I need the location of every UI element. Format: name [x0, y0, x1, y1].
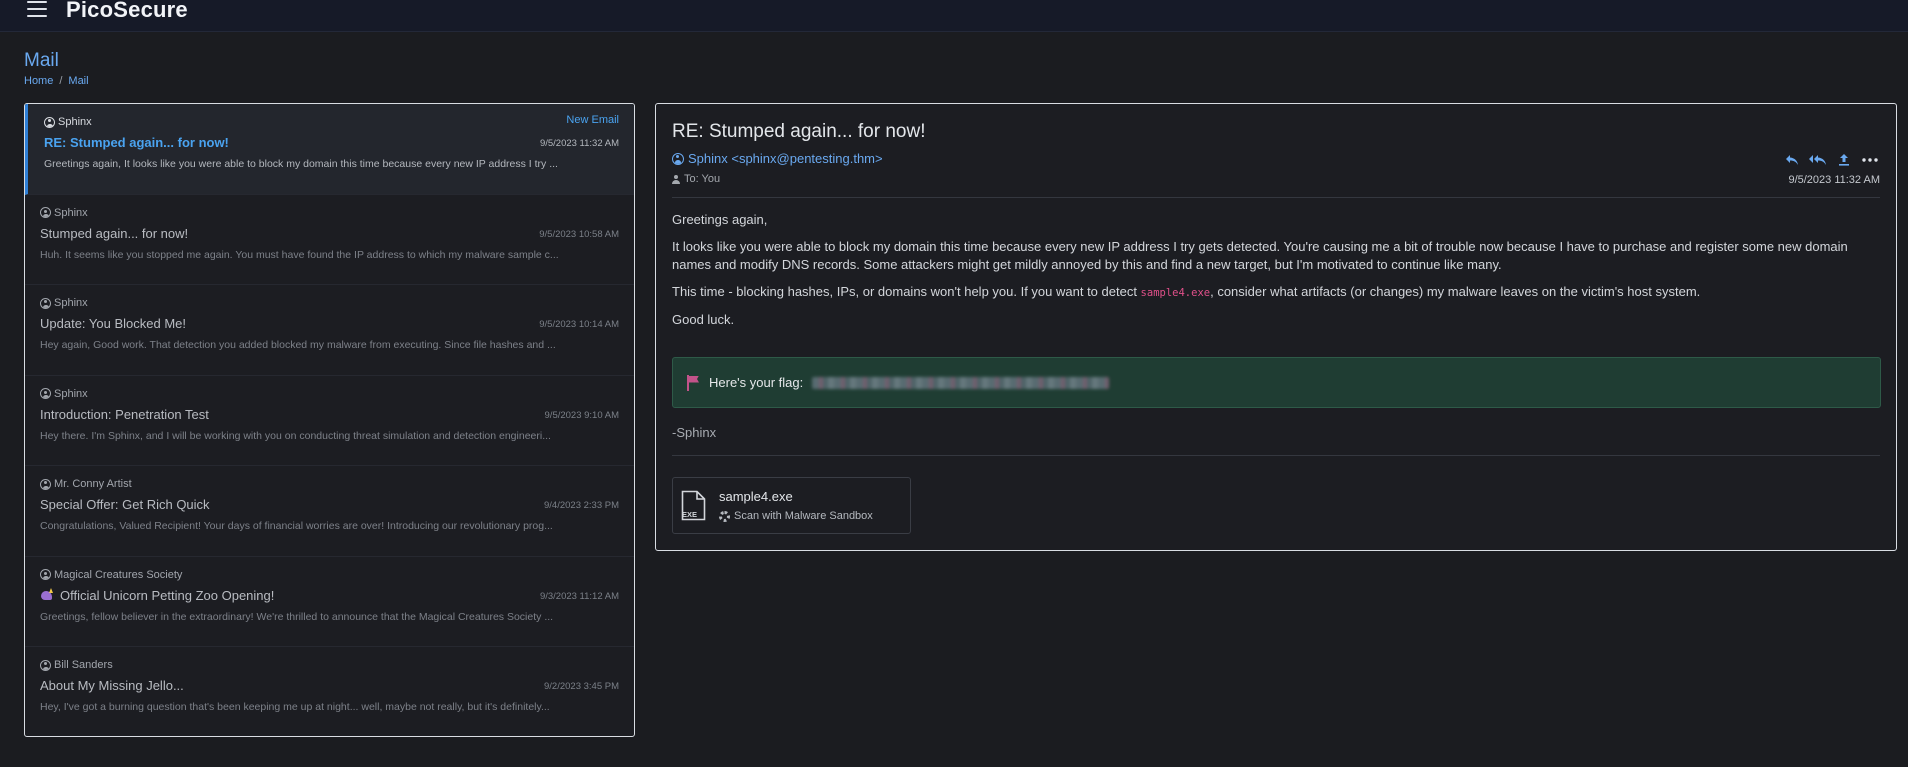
- breadcrumb-separator: /: [59, 75, 63, 87]
- user-circle-icon: [44, 116, 55, 128]
- mail-preview: Congratulations, Valued Recipient! Your …: [40, 520, 553, 532]
- mail-sender-name: Sphinx: [54, 206, 88, 219]
- mail-list-item[interactable]: Sphinx New Email RE: Stumped again... fo…: [25, 104, 634, 195]
- user-circle-icon: [672, 152, 684, 165]
- user-circle-icon: [40, 659, 51, 671]
- mail-preview: Greetings again, It looks like you were …: [44, 158, 558, 170]
- mail-sender-name: Magical Creatures Society: [54, 568, 183, 581]
- attachment-divider: [672, 455, 1880, 456]
- mail-preview: Hey, I've got a burning question that's …: [40, 701, 550, 713]
- mail-list-item[interactable]: Magical Creatures Society Official Unico…: [25, 557, 634, 647]
- more-icon[interactable]: [1860, 152, 1880, 168]
- email-reader: RE: Stumped again... for now! Sphinx <sp…: [655, 103, 1897, 551]
- mail-list-item[interactable]: Sphinx Stumped again... for now! 9/5/202…: [25, 195, 634, 285]
- user-circle-icon: [40, 478, 51, 490]
- mail-subject: Special Offer: Get Rich Quick: [40, 497, 210, 512]
- mail-sender: Mr. Conny Artist: [40, 478, 132, 490]
- mail-subject: About My Missing Jello...: [40, 678, 184, 693]
- mail-list: Sphinx New Email RE: Stumped again... fo…: [24, 103, 635, 737]
- mail-preview: Hey there. I'm Sphinx, and I will be wor…: [40, 429, 551, 442]
- reply-all-icon[interactable]: [1808, 152, 1828, 168]
- top-bar: PicoSecure: [0, 0, 1908, 32]
- mail-time: 9/3/2023 11:12 AM: [539, 590, 619, 602]
- mail-preview: Hey again, Good work. That detection you…: [40, 339, 556, 351]
- mail-sender: Sphinx: [44, 116, 92, 128]
- brand-logo[interactable]: PicoSecure: [66, 0, 188, 23]
- email-from-text[interactable]: Sphinx <sphinx@pentesting.thm>: [688, 151, 883, 166]
- hamburger-menu-icon[interactable]: [27, 1, 47, 18]
- reply-icon[interactable]: [1782, 152, 1802, 168]
- mail-sender: Sphinx: [40, 207, 88, 219]
- mail-sender-name: Mr. Conny Artist: [54, 478, 132, 490]
- email-from[interactable]: Sphinx <sphinx@pentesting.thm>: [672, 151, 883, 166]
- mail-list-item[interactable]: Bill Sanders About My Missing Jello... 9…: [25, 647, 634, 736]
- gear-icon: [719, 510, 730, 522]
- user-circle-icon: [40, 569, 51, 580]
- mail-time: 9/2/2023 3:45 PM: [544, 681, 619, 692]
- mail-subject-text: Official Unicorn Petting Zoo Opening!: [60, 587, 275, 603]
- email-to: To: You: [672, 173, 720, 185]
- email-signature: -Sphinx: [672, 425, 717, 440]
- mail-subject: Update: You Blocked Me!: [40, 316, 186, 331]
- mail-subject: RE: Stumped again... for now!: [44, 135, 229, 150]
- mail-time: 9/4/2023 2:33 PM: [544, 500, 619, 511]
- mail-sender: Sphinx: [40, 388, 88, 400]
- email-actions: [1782, 152, 1880, 168]
- person-icon: [672, 174, 680, 184]
- new-email-badge: New Email: [566, 114, 619, 126]
- mail-time: 9/5/2023 11:32 AM: [539, 138, 619, 149]
- email-text: , consider what artifacts (or changes) m…: [1210, 284, 1701, 299]
- email-body: Greetings again, It looks like you were …: [672, 211, 1877, 338]
- mail-sender: Bill Sanders: [40, 659, 113, 671]
- email-time: 9/5/2023 11:32 AM: [1788, 174, 1880, 186]
- mail-time: 9/5/2023 10:14 AM: [539, 319, 619, 330]
- forward-icon[interactable]: [1834, 152, 1854, 168]
- scan-sandbox-label[interactable]: Scan with Malware Sandbox: [734, 510, 873, 522]
- user-circle-icon: [40, 388, 51, 399]
- flag-value-redacted[interactable]: [812, 376, 1110, 389]
- mail-sender-name: Bill Sanders: [54, 659, 113, 671]
- mail-subject: Official Unicorn Petting Zoo Opening!: [40, 588, 274, 603]
- email-paragraph: This time - blocking hashes, IPs, or dom…: [672, 283, 1877, 302]
- mail-sender-name: Sphinx: [54, 297, 88, 309]
- mail-subject: Introduction: Penetration Test: [40, 406, 209, 422]
- unicorn-icon: [40, 588, 54, 601]
- mail-time: 9/5/2023 10:58 AM: [539, 228, 619, 240]
- scan-sandbox-button[interactable]: Scan with Malware Sandbox: [719, 510, 873, 522]
- flag-alert: Here's your flag:: [672, 357, 1881, 408]
- email-subject: RE: Stumped again... for now!: [672, 121, 926, 142]
- mail-list-item[interactable]: Sphinx Introduction: Penetration Test 9/…: [25, 376, 634, 466]
- user-circle-icon: [40, 207, 51, 218]
- flag-label: Here's your flag:: [709, 375, 804, 390]
- flag-icon: [686, 374, 700, 391]
- exe-file-icon: EXE: [681, 490, 706, 521]
- email-greeting: Greetings again,: [672, 212, 768, 227]
- user-circle-icon: [40, 297, 51, 309]
- inline-code: sample4.exe: [1140, 287, 1211, 299]
- mail-sender-name: Sphinx: [54, 387, 88, 400]
- page-title: Mail: [24, 50, 59, 71]
- mail-preview: Greetings, fellow believer in the extrao…: [40, 610, 554, 623]
- breadcrumb-mail-link[interactable]: Mail: [68, 75, 88, 87]
- attachment-card[interactable]: EXE sample4.exe Scan with Malware Sandbo…: [672, 477, 911, 534]
- email-text: This time - blocking hashes, IPs, or dom…: [672, 284, 1141, 299]
- attachment-name[interactable]: sample4.exe: [719, 489, 793, 504]
- email-paragraph: It looks like you were able to block my …: [672, 239, 1848, 272]
- mail-time: 9/5/2023 9:10 AM: [544, 409, 619, 421]
- mail-sender: Magical Creatures Society: [40, 569, 182, 581]
- mail-list-item[interactable]: Mr. Conny Artist Special Offer: Get Rich…: [25, 466, 634, 557]
- email-to-text: To: You: [684, 173, 721, 185]
- mail-preview: Huh. It seems like you stopped me again.…: [40, 248, 559, 261]
- breadcrumb: Home / Mail: [24, 75, 89, 87]
- header-divider: [672, 197, 1880, 198]
- email-closing: Good luck.: [672, 312, 735, 327]
- mail-subject: Stumped again... for now!: [40, 225, 189, 241]
- breadcrumb-home-link[interactable]: Home: [24, 75, 53, 87]
- mail-sender: Sphinx: [40, 297, 88, 309]
- exe-file-icon-label: EXE: [682, 510, 697, 519]
- mail-sender-name: Sphinx: [58, 116, 92, 128]
- mail-list-item[interactable]: Sphinx Update: You Blocked Me! 9/5/2023 …: [25, 285, 634, 376]
